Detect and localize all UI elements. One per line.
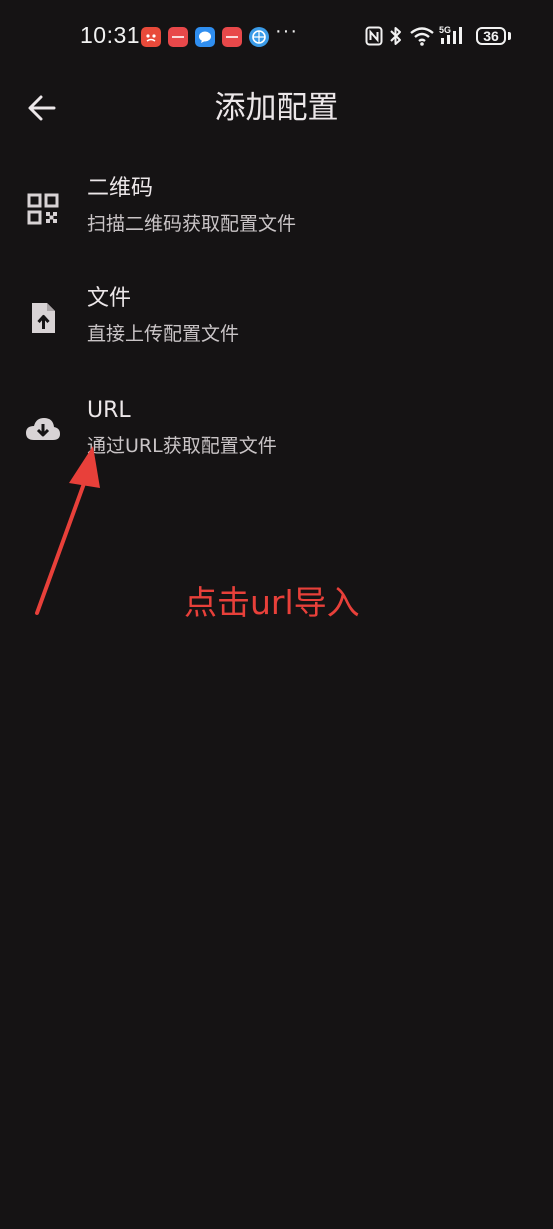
app-notification-icon [141,27,161,47]
battery-tip [508,32,511,40]
cloud-download-icon [26,418,60,440]
option-qr-code[interactable]: 二维码 扫描二维码获取配置文件 [0,166,553,274]
huawei-notification-icon-2 [222,27,242,47]
5g-signal-icon: 5G [439,24,469,52]
message-notification-icon [195,27,215,47]
page-title: 添加配置 [214,90,339,126]
more-notifications-indicator: ··· [275,20,298,42]
browser-notification-icon [249,27,269,47]
qr-code-icon [27,193,59,225]
option-url[interactable]: URL 通过URL获取配置文件 [0,388,553,496]
option-subtitle: 扫描二维码获取配置文件 [87,213,297,235]
option-title: 二维码 [87,176,154,201]
wifi-icon [409,25,435,51]
status-bar: 10:31 ··· 5G 36 [0,0,553,76]
nfc-icon [365,26,383,50]
battery-icon: 36 [476,27,506,45]
annotation-text: 点击url导入 [184,583,360,622]
screen: 10:31 ··· 5G 36 添加配置 二维码 扫描二维码获取配置文件 文件 … [0,0,553,1229]
option-title: 文件 [87,286,132,311]
option-file[interactable]: 文件 直接上传配置文件 [0,276,553,384]
file-upload-icon [32,303,55,333]
option-title: URL [87,398,131,423]
huawei-notification-icon [168,27,188,47]
svg-text:5G: 5G [439,25,451,35]
option-subtitle: 通过URL获取配置文件 [87,435,277,457]
bluetooth-icon [389,26,403,50]
option-subtitle: 直接上传配置文件 [87,323,240,345]
status-time: 10:31 [80,22,141,48]
